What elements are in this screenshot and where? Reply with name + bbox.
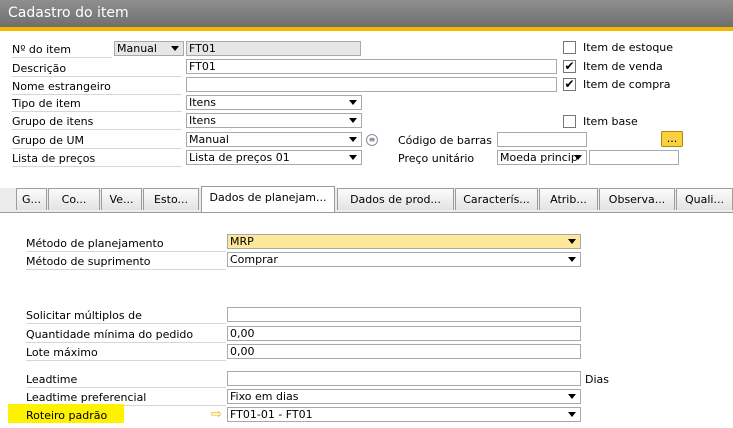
item-group-select[interactable]: Itens — [186, 113, 362, 128]
planning-method-value: MRP — [230, 235, 254, 248]
label-underline — [12, 111, 182, 112]
item-header-form: Nº do item Descrição Nome estrangeiro Ti… — [0, 31, 733, 188]
item-group-label: Grupo de itens — [12, 115, 94, 128]
tab-properties[interactable]: Caracterís... — [455, 188, 538, 210]
item-type-select[interactable]: Itens — [186, 95, 362, 110]
label-underline — [12, 57, 112, 58]
foreign-name-field[interactable] — [186, 77, 557, 92]
tab-general[interactable]: G... — [16, 188, 47, 210]
min-order-qty-label: Quantidade mínima do pedido — [26, 328, 194, 341]
default-routing-label: Roteiro padrão — [26, 409, 108, 422]
item-no-field[interactable]: FT01 — [186, 41, 361, 56]
sales-item-checkbox[interactable]: ✔ — [563, 60, 576, 73]
routing-link-arrow-icon[interactable]: ⇨ — [211, 408, 222, 421]
label-underline — [12, 129, 182, 130]
barcode-field[interactable] — [497, 132, 587, 147]
procurement-method-select[interactable]: Comprar — [227, 252, 581, 267]
order-multiple-field[interactable] — [227, 307, 581, 322]
item-no-label: Nº do item — [12, 43, 71, 56]
item-type-value: Itens — [189, 96, 217, 109]
max-lot-field[interactable]: 0,00 — [227, 344, 581, 359]
leadtime-unit-label: Dias — [585, 373, 609, 386]
pref-leadtime-select[interactable]: Fixo em dias — [227, 389, 581, 404]
item-group-value: Itens — [189, 114, 217, 127]
pref-leadtime-value: Fixo em dias — [230, 390, 299, 403]
procurement-method-label: Método de suprimento — [26, 255, 151, 268]
label-underline — [12, 94, 182, 95]
default-routing-select[interactable]: FT01-01 - FT01 — [227, 407, 581, 422]
numbering-mode-value: Manual — [117, 42, 157, 55]
foreign-name-label: Nome estrangeiro — [12, 80, 111, 93]
max-lot-value: 0,00 — [230, 345, 255, 358]
min-order-qty-field[interactable]: 0,00 — [227, 326, 581, 341]
base-item-checkbox[interactable] — [563, 115, 576, 128]
label-underline — [26, 360, 226, 361]
tab-inventory[interactable]: Esto... — [143, 188, 199, 210]
label-underline — [26, 323, 226, 324]
uom-group-value: Manual — [189, 133, 229, 146]
unit-price-label: Preço unitário — [398, 152, 475, 165]
tab-planning-data[interactable]: Dados de planejam... — [201, 186, 335, 212]
label-underline — [26, 251, 226, 252]
label-underline — [12, 166, 182, 167]
tab-purchasing[interactable]: Co... — [48, 188, 100, 210]
min-order-qty-value: 0,00 — [230, 327, 255, 340]
max-lot-label: Lote máximo — [26, 346, 98, 359]
tab-strip: G... Co... Ve... Esto... Dados de planej… — [0, 186, 733, 214]
item-no-value: FT01 — [189, 42, 216, 55]
currency-value: Moeda princip — [500, 151, 578, 164]
planning-data-panel: Método de planejamento MRP Método de sup… — [0, 212, 733, 428]
numbering-mode-select[interactable]: Manual — [114, 41, 184, 56]
tab-attributes[interactable]: Atrib... — [539, 188, 598, 210]
purchase-item-label: Item de compra — [583, 78, 671, 91]
label-underline — [12, 76, 182, 77]
unit-price-field[interactable] — [589, 150, 679, 165]
sales-item-label: Item de venda — [583, 60, 663, 73]
inventory-item-checkbox[interactable] — [563, 41, 576, 54]
description-field[interactable]: FT01 — [186, 59, 557, 74]
planning-method-select[interactable]: MRP — [227, 234, 581, 249]
tab-production-data[interactable]: Dados de prod... — [337, 188, 454, 210]
planning-method-label: Método de planejamento — [26, 237, 164, 250]
price-list-value: Lista de preços 01 — [189, 151, 290, 164]
barcode-browse-button[interactable]: ... — [661, 131, 683, 147]
tab-quality[interactable]: Quali... — [676, 188, 733, 210]
price-list-label: Lista de preços — [12, 152, 96, 165]
purchase-item-checkbox[interactable]: ✔ — [563, 78, 576, 91]
label-underline — [12, 148, 182, 149]
item-type-label: Tipo de item — [12, 97, 81, 110]
default-routing-value: FT01-01 - FT01 — [230, 408, 313, 421]
leadtime-label: Leadtime — [26, 373, 78, 386]
uom-info-icon[interactable]: ≡ — [366, 134, 378, 146]
barcode-label: Código de barras — [398, 134, 492, 147]
label-underline — [26, 387, 226, 388]
procurement-method-value: Comprar — [230, 253, 278, 266]
tab-remarks[interactable]: Observa... — [599, 188, 675, 210]
order-multiple-label: Solicitar múltiplos de — [26, 309, 142, 322]
base-item-label: Item base — [583, 115, 638, 128]
uom-group-label: Grupo de UM — [12, 134, 85, 147]
label-underline — [26, 342, 226, 343]
price-list-select[interactable]: Lista de preços 01 — [186, 150, 362, 165]
currency-select[interactable]: Moeda princip — [497, 150, 587, 165]
tab-sales[interactable]: Ve... — [101, 188, 142, 210]
window-title: Cadastro do item — [0, 0, 733, 27]
pref-leadtime-label: Leadtime preferencial — [26, 391, 147, 404]
uom-group-select[interactable]: Manual — [186, 132, 362, 147]
leadtime-field[interactable] — [227, 371, 581, 386]
description-label: Descrição — [12, 62, 67, 75]
inventory-item-label: Item de estoque — [583, 41, 674, 54]
description-value: FT01 — [189, 60, 216, 73]
label-underline — [26, 269, 226, 270]
